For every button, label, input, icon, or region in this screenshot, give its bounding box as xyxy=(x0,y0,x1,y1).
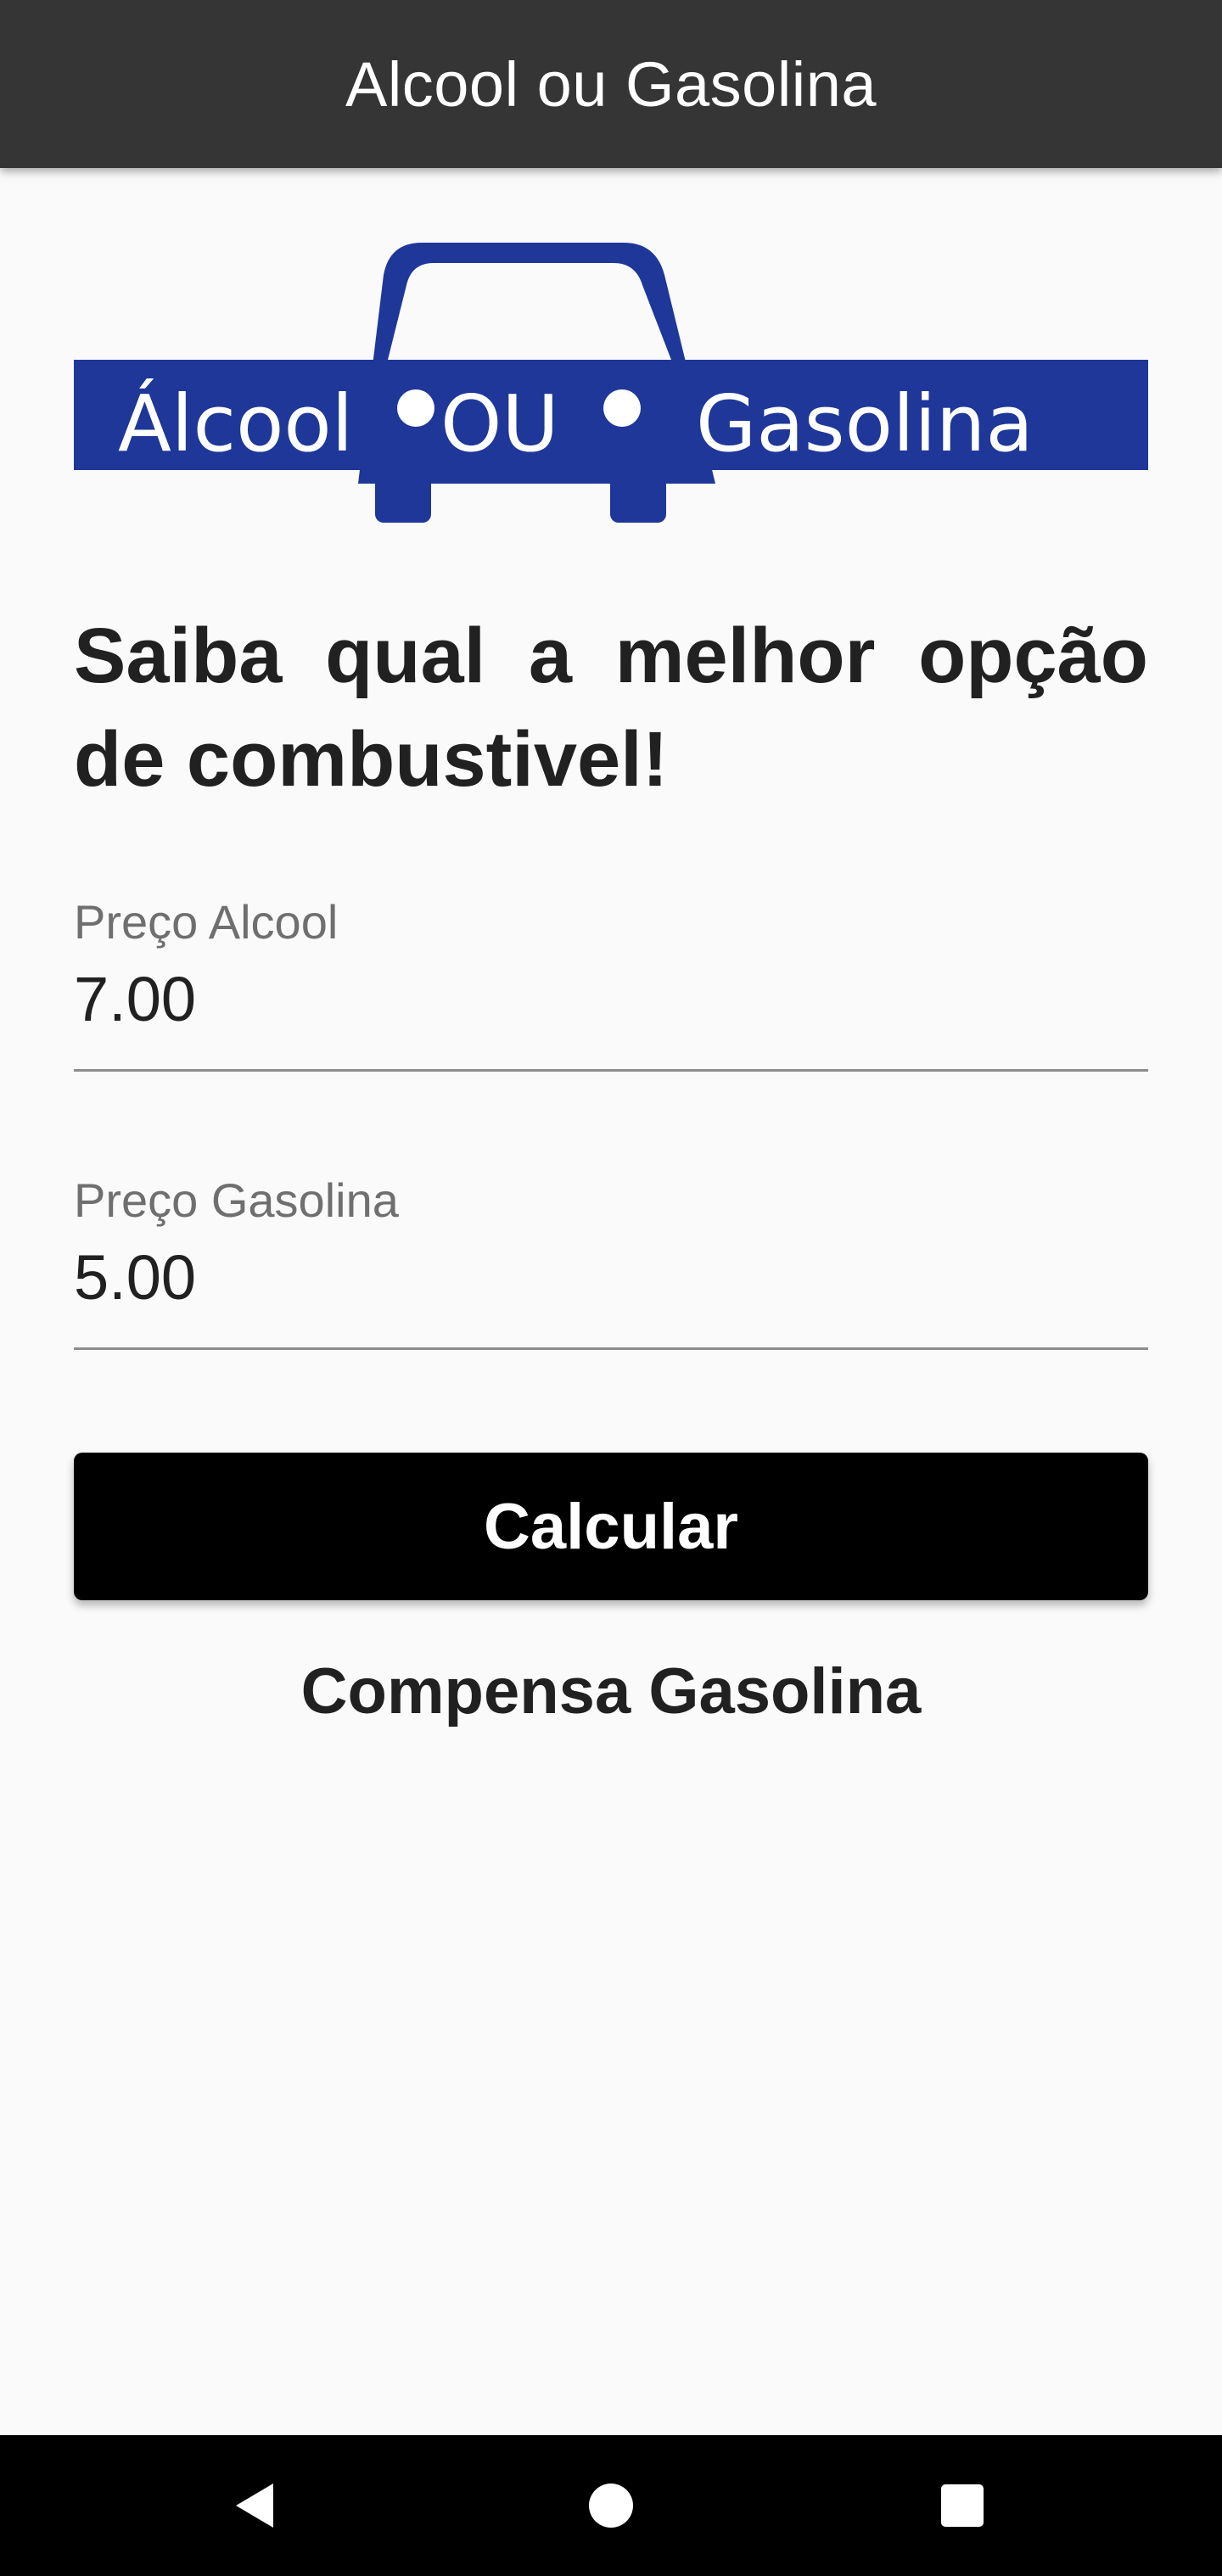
alcool-ou-gasolina-logo: Álcool OU Gasolina xyxy=(74,243,1148,523)
preco-alcool-label: Preço Alcool xyxy=(74,895,339,949)
circle-home-icon xyxy=(589,2484,633,2528)
nav-recents-button[interactable] xyxy=(894,2435,1030,2576)
square-recents-icon xyxy=(941,2484,984,2527)
nav-back-button[interactable] xyxy=(187,2435,322,2576)
preco-gasolina-input[interactable] xyxy=(74,1237,1148,1319)
logo-dot-left-icon xyxy=(397,389,434,427)
car-window-icon xyxy=(388,263,671,360)
app-bar: Alcool ou Gasolina xyxy=(0,0,1222,168)
calcular-button-label: Calcular xyxy=(484,1490,738,1563)
logo-text-ou: OU xyxy=(440,378,559,469)
nav-home-button[interactable] xyxy=(543,2435,679,2576)
headline: Saiba qual a melhor opção de combustivel… xyxy=(74,613,1148,803)
app-bar-title: Alcool ou Gasolina xyxy=(345,48,877,120)
preco-alcool-field[interactable]: Preço Alcool xyxy=(74,893,1148,1072)
triangle-back-icon xyxy=(236,2484,273,2528)
logo-text-gasolina: Gasolina xyxy=(696,378,1034,469)
preco-gasolina-field[interactable]: Preço Gasolina xyxy=(74,1171,1148,1350)
preco-alcool-input[interactable] xyxy=(74,959,1148,1040)
logo-dot-right-icon xyxy=(603,389,641,427)
result-text: Compensa Gasolina xyxy=(300,1655,922,1728)
system-nav-bar xyxy=(0,2435,1222,2576)
calcular-button[interactable]: Calcular xyxy=(74,1453,1148,1600)
preco-gasolina-label: Preço Gasolina xyxy=(74,1173,399,1227)
app-screen: Alcool ou Gasolina Álcool OU Gasolina Sa… xyxy=(0,0,1222,2576)
logo-text-alcool: Álcool xyxy=(118,378,353,469)
